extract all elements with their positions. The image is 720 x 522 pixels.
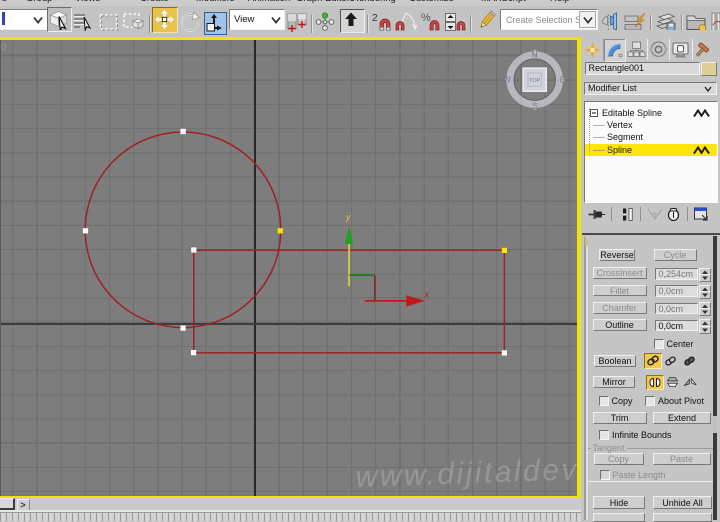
svg-text:%: % (421, 12, 431, 24)
svg-text:www.dijitaldev: www.dijitaldev (355, 453, 579, 494)
svg-text:W: W (503, 76, 511, 85)
svg-text:2: 2 (372, 13, 378, 24)
svg-text:S: S (532, 102, 538, 111)
svg-text:N: N (532, 51, 538, 60)
svg-text:y: y (345, 212, 351, 222)
svg-text:TOP: TOP (529, 78, 541, 84)
svg-text:x: x (424, 290, 430, 300)
svg-text:E: E (560, 76, 566, 85)
